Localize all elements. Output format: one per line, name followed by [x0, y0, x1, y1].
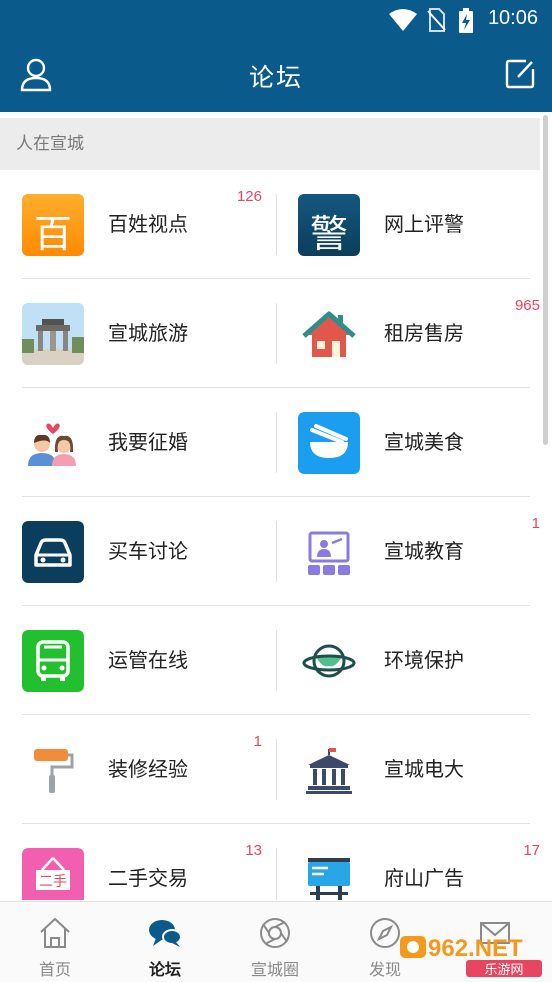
- aperture-icon: [260, 918, 290, 948]
- food-bowl-icon: [298, 412, 360, 474]
- svg-text:962.NET: 962.NET: [428, 935, 523, 962]
- forum-row: 运管在线 环境保护: [0, 606, 552, 715]
- clock: 10:06: [487, 7, 538, 29]
- university-building-icon: [306, 748, 352, 794]
- forum-item-label: 宣城美食: [384, 430, 464, 454]
- section-header: 人在宣城: [0, 118, 540, 170]
- secondhand-sign-icon: 二手: [22, 848, 84, 900]
- forum-item-zufang[interactable]: 租房售房 965: [276, 279, 552, 388]
- forum-item-label: 百姓视点: [108, 212, 188, 236]
- tab-forum[interactable]: 论坛: [110, 902, 220, 982]
- forum-item-label: 运管在线: [108, 648, 188, 672]
- forum-item-dianda[interactable]: 宣城电大: [276, 715, 552, 824]
- watermark-logo: 962.NET 乐游网: [400, 935, 542, 978]
- forum-row: 二手 二手交易 13 府山广告 17: [0, 824, 552, 900]
- compose-post-icon[interactable]: [504, 58, 536, 90]
- forum-item-meishi[interactable]: 宣城美食: [276, 388, 552, 497]
- forum-item-baixing[interactable]: 百 百姓视点 126: [0, 170, 276, 279]
- forum-item-label: 环境保护: [384, 648, 464, 672]
- forum-item-label: 宣城旅游: [108, 321, 188, 345]
- wifi-icon: [389, 9, 417, 31]
- forum-item-ershou[interactable]: 二手 二手交易 13: [0, 824, 276, 900]
- tab-label: 首页: [38, 960, 71, 979]
- house-icon: [302, 311, 356, 357]
- billboard-icon: [308, 858, 350, 900]
- bai-char-icon: 百: [22, 194, 84, 256]
- paint-roller-icon: [34, 749, 74, 793]
- jing-char-icon: 警: [298, 194, 360, 256]
- unread-badge: 1: [253, 733, 262, 750]
- forum-item-wangshang[interactable]: 警 网上评警: [276, 170, 552, 279]
- home-icon: [40, 917, 70, 948]
- couple-icon: [28, 423, 76, 466]
- memorial-arch-photo-icon: [22, 303, 84, 365]
- unread-badge: 126: [236, 188, 262, 205]
- forum-item-label: 宣城电大: [384, 757, 464, 781]
- forum-item-maiche[interactable]: 买车讨论: [0, 497, 276, 606]
- forum-item-label: 宣城教育: [384, 539, 464, 563]
- forum-item-lvyou[interactable]: 宣城旅游: [0, 279, 276, 388]
- svg-text:乐游网: 乐游网: [484, 963, 523, 978]
- forum-row: 宣城旅游 租房售房 965: [0, 279, 552, 388]
- app-header: 论坛: [0, 40, 552, 112]
- tab-label: 论坛: [148, 960, 181, 979]
- forum-item-yunguan[interactable]: 运管在线: [0, 606, 276, 715]
- bus-icon: [22, 630, 84, 692]
- status-bar: 10:06: [0, 0, 552, 40]
- car-icon: [22, 521, 84, 583]
- forum-item-zhenghun[interactable]: 我要征婚: [0, 388, 276, 497]
- forum-item-label: 二手交易: [108, 866, 188, 890]
- forum-item-label: 网上评警: [384, 212, 464, 236]
- planet-icon: [302, 644, 356, 678]
- forum-item-fushan[interactable]: 府山广告 17: [276, 824, 552, 900]
- forum-item-zhuangxiu[interactable]: 装修经验 1: [0, 715, 276, 824]
- svg-text:二手: 二手: [39, 874, 67, 890]
- forum-item-jiaoyu[interactable]: 宣城教育 1: [276, 497, 552, 606]
- unread-badge: 1: [531, 515, 540, 532]
- forum-row: 买车讨论 宣城教育 1: [0, 497, 552, 606]
- unread-badge: 17: [523, 842, 540, 859]
- chat-bubbles-icon: [149, 920, 182, 947]
- forum-row: 百 百姓视点 126 警 网上评警: [0, 170, 552, 279]
- tab-home[interactable]: 首页: [0, 902, 110, 982]
- forum-item-label: 装修经验: [108, 757, 188, 781]
- forum-row: 我要征婚 宣城美食: [0, 388, 552, 497]
- unread-badge: 965: [514, 297, 540, 314]
- forum-item-label: 府山广告: [384, 866, 464, 890]
- forum-item-label: 租房售房: [384, 321, 464, 345]
- forum-grid: 百 百姓视点 126 警 网上评警 宣城旅游 租房售房 965 我要征婚 宣城美…: [0, 170, 552, 900]
- forum-row: 装修经验 1 宣城电大: [0, 715, 552, 824]
- battery-charging-icon: [459, 8, 473, 33]
- forum-item-label: 我要征婚: [108, 430, 188, 454]
- classroom-icon: [308, 531, 350, 575]
- tab-xuanchengquan[interactable]: 宣城圈: [220, 902, 330, 982]
- forum-item-label: 买车讨论: [108, 539, 188, 563]
- forum-item-huanjing[interactable]: 环境保护: [276, 606, 552, 715]
- no-sim-icon: [427, 8, 446, 32]
- page-title: 论坛: [248, 63, 303, 92]
- tab-label: 宣城圈: [250, 960, 299, 979]
- unread-badge: 13: [245, 842, 262, 859]
